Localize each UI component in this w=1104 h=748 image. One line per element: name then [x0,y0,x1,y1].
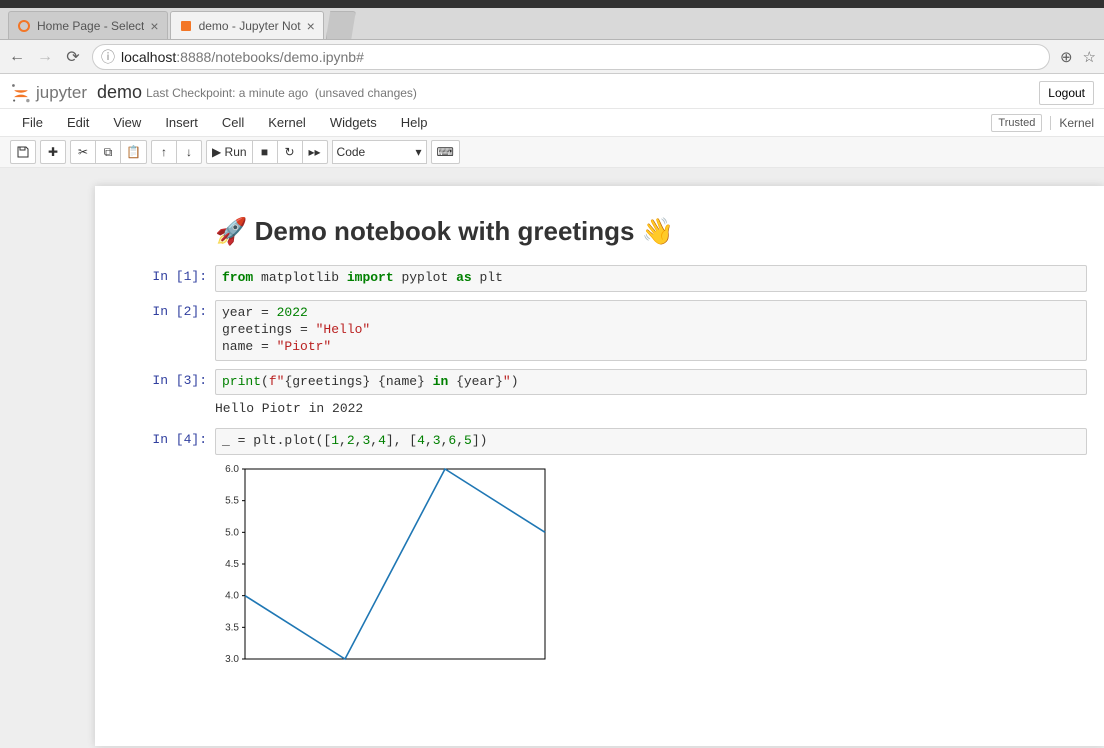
notebook-name[interactable]: demo [97,82,142,103]
info-icon: ⓘ [101,47,115,67]
code-cell[interactable]: In [2]: year = 2022 greetings = "Hello" … [95,298,1104,363]
address-bar[interactable]: ⓘ localhost:8888/notebooks/demo.ipynb# [92,44,1050,70]
forward-icon[interactable]: → [36,48,54,66]
menu-edit[interactable]: Edit [55,111,101,134]
arrow-up-icon: ↑ [161,145,167,159]
bookmark-icon[interactable]: ☆ [1083,48,1096,66]
jupyter-favicon-icon [17,19,31,33]
svg-text:3.0: 3.0 [225,654,239,665]
cut-button[interactable]: ✂ [70,140,96,164]
move-up-button[interactable]: ↑ [151,140,177,164]
restart-icon: ↻ [285,145,295,159]
code-cell[interactable]: In [3]: print(f"{greetings} {name} in {y… [95,367,1104,423]
copy-icon: ⧉ [104,145,113,160]
arrow-down-icon: ↓ [186,145,192,159]
code-cell[interactable]: In [4]: _ = plt.plot([1,2,3,4], [4,3,6,5… [95,426,1104,676]
notebook-container: . 🚀 Demo notebook with greetings 👋 In [1… [95,186,1104,746]
paste-button[interactable]: 📋 [120,140,147,164]
kernel-indicator: Kernel [1050,116,1094,130]
keyboard-icon: ⌨ [437,145,454,159]
browser-tab[interactable]: demo - Jupyter Not × [170,11,324,39]
restart-button[interactable]: ↻ [277,140,303,164]
jupyter-logo[interactable]: jupyter [10,82,87,104]
code-input[interactable]: _ = plt.plot([1,2,3,4], [4,3,6,5]) [215,428,1087,455]
url-host: localhost [121,49,176,65]
checkpoint-status: Last Checkpoint: a minute ago (unsaved c… [146,86,417,100]
save-icon [17,146,29,158]
copy-button[interactable]: ⧉ [95,140,121,164]
logout-button[interactable]: Logout [1039,81,1094,105]
save-button[interactable] [10,140,36,164]
back-icon[interactable]: ← [8,48,26,66]
svg-text:6.0: 6.0 [225,464,239,475]
code-input[interactable]: from matplotlib import pyplot as plt [215,265,1087,292]
menubar: File Edit View Insert Cell Kernel Widget… [0,108,1104,136]
input-prompt: In [2]: [95,300,215,361]
tab-title: Home Page - Select [37,19,144,33]
input-prompt: In [4]: [95,428,215,674]
trusted-badge[interactable]: Trusted [991,114,1042,132]
menu-help[interactable]: Help [389,111,440,134]
chart-output: 3.0 3.5 4.0 4.5 5.0 5.5 6.0 [215,461,1087,674]
toolbar: ✚ ✂ ⧉ 📋 ↑ ↓ ▶ Run ■ ↻ ▸▸ Code▾ ⌨ [0,136,1104,168]
menu-cell[interactable]: Cell [210,111,256,134]
tab-title: demo - Jupyter Not [199,19,301,33]
svg-text:5.5: 5.5 [225,496,239,507]
interrupt-button[interactable]: ■ [252,140,278,164]
browser-toolbar: ← → ⟳ ⓘ localhost:8888/notebooks/demo.ip… [0,40,1104,74]
svg-text:4.5: 4.5 [225,559,239,570]
fast-forward-icon: ▸▸ [309,145,321,159]
svg-text:4.0: 4.0 [225,591,239,602]
markdown-cell[interactable]: . 🚀 Demo notebook with greetings 👋 [95,206,1104,259]
code-input[interactable]: print(f"{greetings} {name} in {year}") [215,369,1087,396]
restart-run-button[interactable]: ▸▸ [302,140,328,164]
add-cell-button[interactable]: ✚ [40,140,66,164]
paste-icon: 📋 [126,145,141,159]
cell-output: Hello Piotr in 2022 [215,395,1087,420]
chevron-down-icon: ▾ [416,145,422,159]
menu-file[interactable]: File [10,111,55,134]
notebook-favicon-icon [179,19,193,33]
move-down-button[interactable]: ↓ [176,140,202,164]
menu-view[interactable]: View [101,111,153,134]
browser-tabstrip: Home Page - Select × demo - Jupyter Not … [0,8,1104,40]
cut-icon: ✂ [78,145,88,159]
zoom-icon[interactable]: ⊕ [1060,48,1073,66]
code-input[interactable]: year = 2022 greetings = "Hello" name = "… [215,300,1087,361]
code-cell[interactable]: In [1]: from matplotlib import pyplot as… [95,263,1104,294]
svg-text:5.0: 5.0 [225,528,239,539]
plus-icon: ✚ [48,145,58,159]
menu-kernel[interactable]: Kernel [256,111,318,134]
svg-text:3.5: 3.5 [225,623,239,634]
jupyter-logo-icon [10,82,32,104]
jupyter-header: jupyter demo Last Checkpoint: a minute a… [0,74,1104,108]
stop-icon: ■ [261,145,268,159]
menu-widgets[interactable]: Widgets [318,111,389,134]
new-tab-button[interactable] [326,11,356,39]
run-button[interactable]: ▶ Run [206,140,253,164]
close-icon[interactable]: × [307,18,315,34]
url-port: :8888 [176,49,211,65]
url-path: /notebooks/demo.ipynb# [211,49,364,65]
browser-tab[interactable]: Home Page - Select × [8,11,168,39]
jupyter-logo-text: jupyter [36,83,87,103]
input-prompt: In [1]: [95,265,215,292]
play-icon: ▶ [212,145,221,159]
close-icon[interactable]: × [150,18,158,34]
input-prompt: In [3]: [95,369,215,421]
reload-icon[interactable]: ⟳ [64,47,82,67]
celltype-select[interactable]: Code▾ [332,140,427,164]
command-palette-button[interactable]: ⌨ [431,140,460,164]
notebook-title: 🚀 Demo notebook with greetings 👋 [215,208,1087,257]
menu-insert[interactable]: Insert [153,111,210,134]
